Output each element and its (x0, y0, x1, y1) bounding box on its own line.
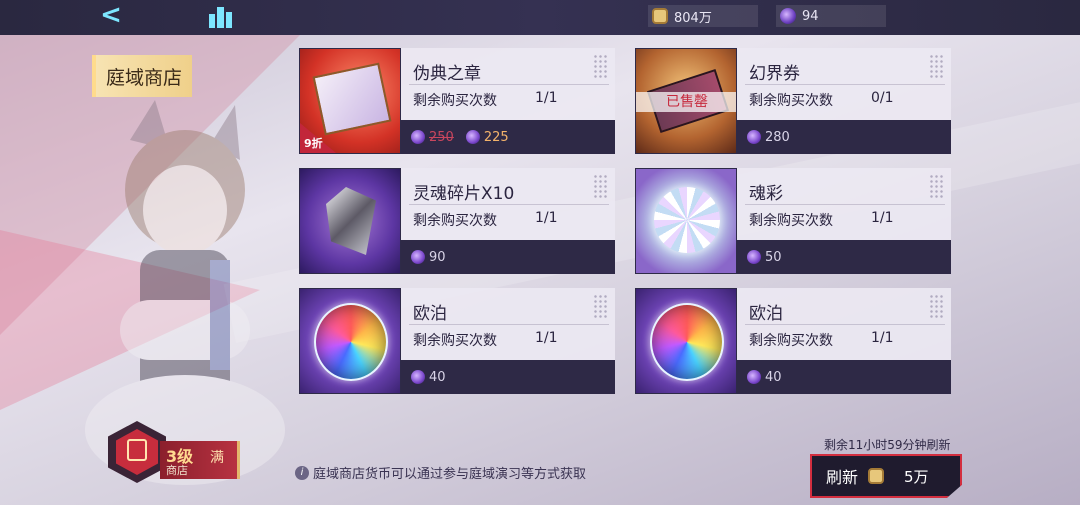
shop-item-card[interactable]: 欧泊 剩余购买次数 1/1 40 (635, 288, 951, 394)
divider (409, 84, 609, 85)
item-thumbnail (299, 288, 401, 394)
price: 40 (747, 370, 782, 385)
remain-value: 1/1 (535, 210, 558, 226)
discount-text: 9折 (304, 137, 323, 150)
gem-amount: 94 (802, 8, 819, 24)
decor-dots (593, 54, 607, 78)
old-price: 250 (411, 130, 454, 145)
item-thumbnail: 9折 (299, 48, 401, 154)
shopping-bag-icon (127, 439, 147, 461)
item-thumbnail (635, 168, 737, 274)
remain-label: 剩余购买次数 (413, 213, 497, 229)
refresh-label: 刷新 (826, 468, 859, 487)
divider (745, 204, 945, 205)
back-button[interactable]: < (96, 2, 126, 30)
item-name: 灵魂碎片X10 (413, 184, 515, 204)
remain-label: 剩余购买次数 (749, 93, 833, 109)
divider (745, 324, 945, 325)
item-name: 欧泊 (749, 304, 783, 324)
item-name: 幻界券 (749, 64, 800, 84)
gem-icon (465, 130, 480, 144)
gold-coin-icon (868, 468, 885, 484)
remain-value: 0/1 (871, 90, 894, 106)
sold-out-label: 已售罄 (636, 92, 736, 112)
info-icon: i (295, 465, 309, 480)
decor-dots (929, 294, 943, 318)
price-bar: 90 (401, 240, 615, 274)
item-info: 欧泊 剩余购买次数 1/1 (401, 288, 615, 360)
price-bar: 280 (737, 120, 951, 154)
gold-coin-icon (652, 8, 668, 24)
price: 50 (747, 250, 782, 265)
decor-dots (929, 54, 943, 78)
item-name: 魂彩 (749, 184, 783, 204)
tab-label: 庭域商店 (105, 66, 182, 89)
refresh-countdown: 剩余11小时59分钟刷新 (824, 438, 951, 452)
price: 90 (411, 250, 446, 265)
decor-dots (929, 174, 943, 198)
gem-icon (747, 370, 761, 384)
shop-item-card[interactable]: 魂彩 剩余购买次数 1/1 50 (635, 168, 951, 274)
gold-amount: 804万 (674, 10, 712, 26)
remain-value: 1/1 (871, 330, 894, 346)
shop-level-badge[interactable]: 3级 商店 满 (108, 415, 240, 489)
remain-label: 剩余购买次数 (413, 333, 497, 349)
item-info: 灵魂碎片X10 剩余购买次数 1/1 (401, 168, 615, 240)
remain-value: 1/1 (535, 90, 558, 106)
top-bar: < 804万 94 (0, 0, 1080, 35)
opal-icon (650, 303, 724, 381)
gem-currency[interactable]: 94 (776, 5, 886, 27)
shop-item-card[interactable]: 已售罄 幻界券 剩余购买次数 0/1 280 (635, 48, 951, 154)
item-name: 伪典之章 (413, 64, 481, 84)
shop-level-sub: 商店 (166, 464, 188, 477)
remain-value: 1/1 (535, 330, 558, 346)
crystal-shard-icon (326, 187, 376, 255)
item-info: 魂彩 剩余购买次数 1/1 (737, 168, 951, 240)
shop-item-card[interactable]: 9折 伪典之章 剩余购买次数 1/1 250 225 (299, 48, 615, 154)
price: 280 (747, 130, 790, 145)
crystal-ball-icon (654, 187, 720, 253)
divider (745, 84, 945, 85)
decor-dots (593, 294, 607, 318)
price-bar: 250 225 (401, 120, 615, 154)
gold-currency[interactable]: 804万 (648, 5, 758, 27)
gem-icon (411, 250, 425, 264)
price-bar: 50 (737, 240, 951, 274)
item-info: 伪典之章 剩余购买次数 1/1 (401, 48, 615, 120)
shop-item-card[interactable]: 欧泊 剩余购买次数 1/1 40 (299, 288, 615, 394)
refresh-button[interactable]: 刷新 5万 (810, 454, 962, 498)
chevron-left-icon: < (100, 0, 122, 30)
tab-courtyard-shop[interactable]: 庭域商店 (92, 55, 192, 97)
remain-value: 1/1 (871, 210, 894, 226)
divider (409, 204, 609, 205)
price-bar: 40 (401, 360, 615, 394)
item-name: 欧泊 (413, 304, 447, 324)
gem-icon (411, 370, 425, 384)
gem-icon (747, 130, 761, 144)
city-home-icon[interactable] (206, 4, 234, 30)
price-bar: 40 (737, 360, 951, 394)
divider (409, 324, 609, 325)
item-info: 幻界券 剩余购买次数 0/1 (737, 48, 951, 120)
gem-icon (411, 130, 425, 144)
remain-label: 剩余购买次数 (749, 213, 833, 229)
currency-hint: i 庭域商店货币可以通过参与庭域演习等方式获取 (295, 463, 586, 482)
item-info: 欧泊 剩余购买次数 1/1 (737, 288, 951, 360)
gem-icon (780, 8, 796, 24)
item-thumbnail (635, 288, 737, 394)
refresh-cost: 5万 (904, 467, 929, 486)
max-level-mark: 满 (210, 450, 224, 466)
item-thumbnail (299, 168, 401, 274)
opal-icon (314, 303, 388, 381)
remain-label: 剩余购买次数 (749, 333, 833, 349)
price: 40 (411, 370, 446, 385)
gem-icon (747, 250, 761, 264)
price: 225 (465, 130, 509, 145)
item-thumbnail: 已售罄 (635, 48, 737, 154)
hint-text: 庭域商店货币可以通过参与庭域演习等方式获取 (313, 467, 587, 482)
remain-label: 剩余购买次数 (413, 93, 497, 109)
decor-dots (593, 174, 607, 198)
shop-item-card[interactable]: 灵魂碎片X10 剩余购买次数 1/1 90 (299, 168, 615, 274)
